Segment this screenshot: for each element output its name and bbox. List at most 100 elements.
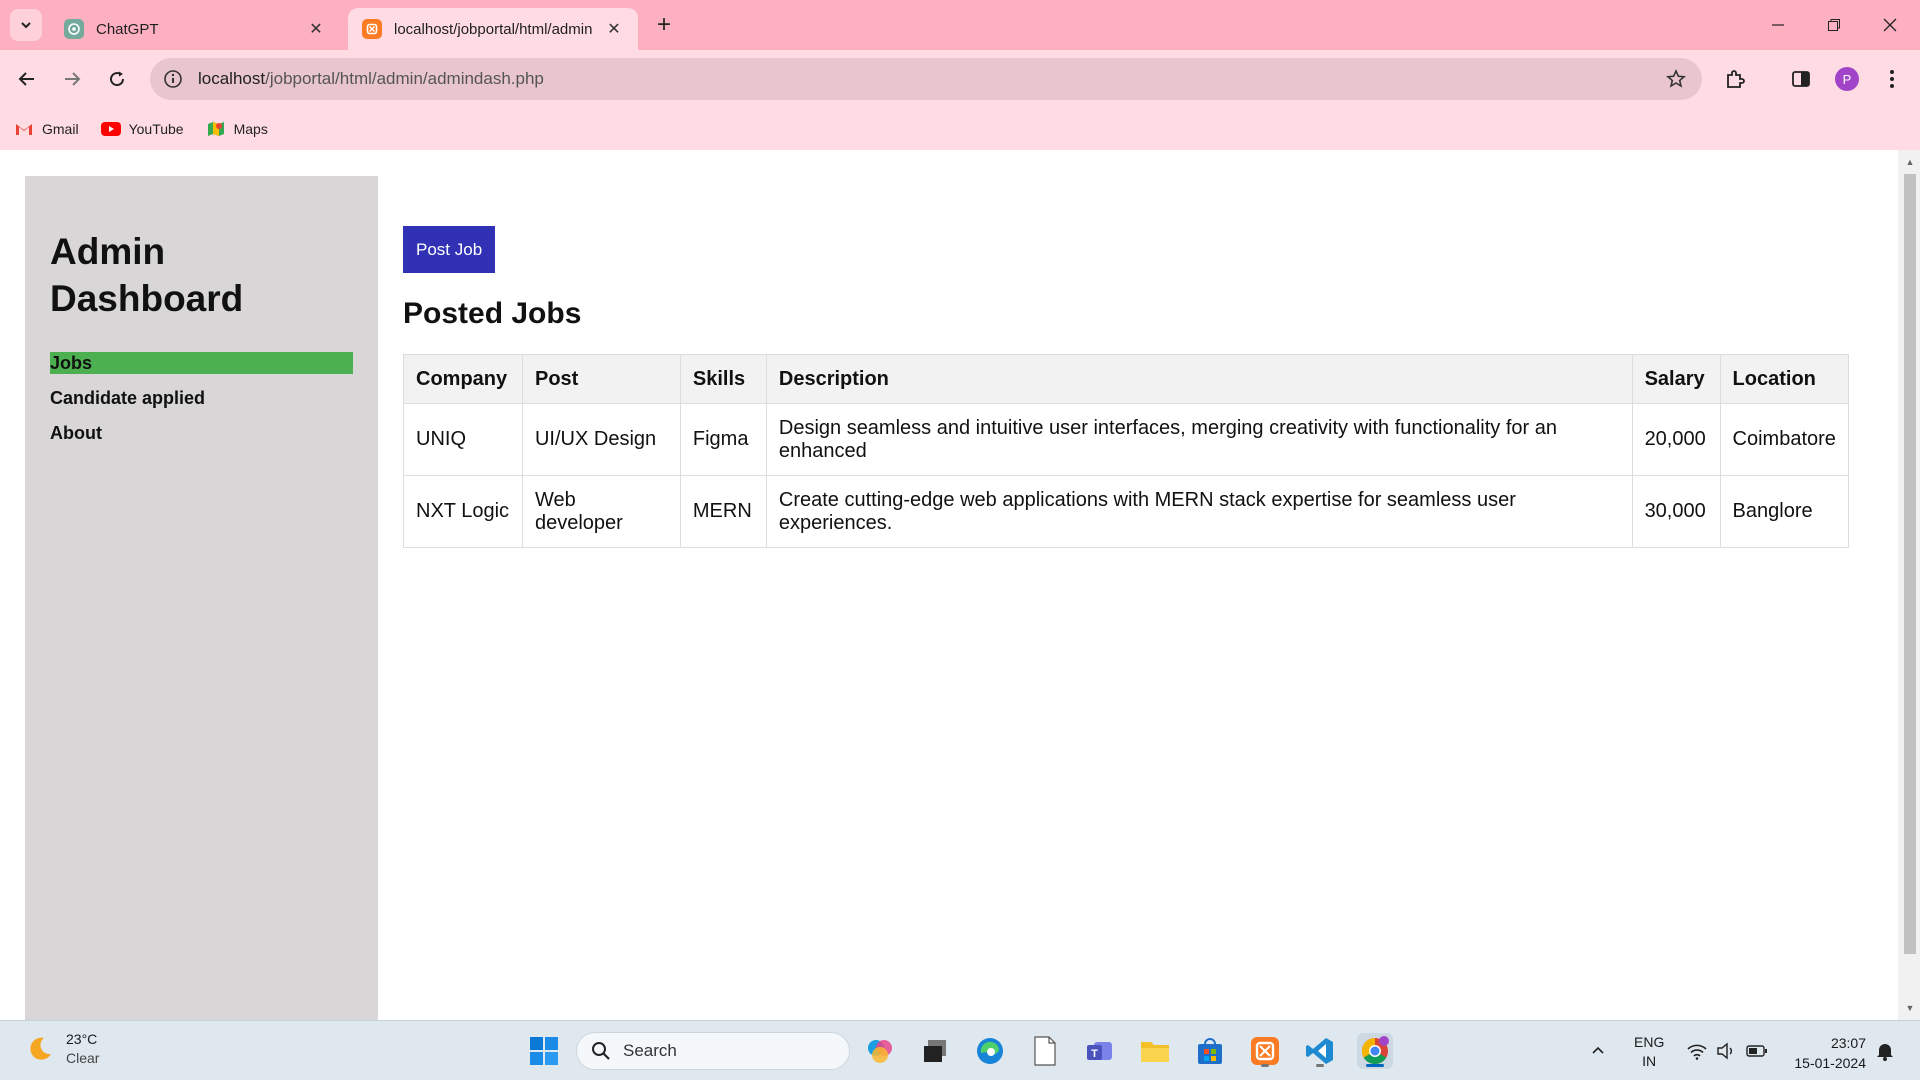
minimize-button[interactable] [1750,0,1805,50]
bookmark-youtube[interactable]: YouTube [100,121,184,137]
start-button[interactable] [526,1033,562,1069]
battery-icon [1746,1045,1767,1057]
taskbar-task-view[interactable] [917,1033,953,1069]
clock[interactable]: 23:07 15-01-2024 [1794,1033,1866,1073]
column-header-company: Company [403,354,523,404]
cell-company: UNIQ [403,403,523,476]
show-hidden-icons-button[interactable] [1590,1021,1606,1080]
cell-company: NXT Logic [403,475,523,548]
tab-search-button[interactable] [10,9,42,41]
restore-icon [1827,19,1840,31]
tab-admin-dashboard[interactable]: localhost/jobportal/html/admin ✕ [348,8,638,50]
table-row: UNIQ UI/UX Design Figma Design seamless … [403,403,1850,476]
close-icon[interactable]: ✕ [604,19,624,39]
sidebar-item-about[interactable]: About [50,422,353,444]
arrow-left-icon [18,72,34,86]
running-indicator [1366,1064,1384,1067]
address-bar[interactable]: localhost/jobportal/html/admin/admindash… [150,58,1702,100]
taskbar-chrome[interactable] [1357,1033,1393,1069]
clock-time: 23:07 [1830,1035,1866,1051]
column-header-location: Location [1719,354,1850,404]
windows-logo-icon [530,1037,558,1065]
chrome-icon [1361,1036,1389,1065]
plus-icon: + [656,11,671,38]
taskbar-store[interactable] [1192,1033,1228,1069]
folder-icon [1141,1042,1169,1062]
youtube-icon [100,121,121,137]
task-view-icon [924,1040,946,1062]
language-indicator[interactable]: ENG IN [1634,1033,1664,1071]
weather-condition: Clear [66,1050,100,1066]
xampp-icon [362,19,382,39]
sidebar-title: Admin Dashboard [50,228,353,322]
maps-icon [206,121,226,137]
xampp-icon [1251,1037,1279,1065]
column-header-post: Post [521,354,681,404]
taskbar-xampp[interactable] [1247,1033,1283,1069]
forward-button[interactable] [55,62,89,96]
wifi-icon [1687,1044,1707,1060]
close-window-button[interactable] [1862,0,1917,50]
svg-text:T: T [1091,1048,1098,1060]
back-button[interactable] [10,62,44,96]
volume-control[interactable] [1716,1021,1736,1080]
bookmark-maps[interactable]: Maps [206,121,268,137]
file-icon [1034,1036,1056,1066]
language-line1: ENG [1634,1034,1665,1050]
puzzle-icon [1727,70,1745,88]
cell-post: UI/UX Design [521,403,681,476]
close-icon[interactable]: ✕ [306,19,326,39]
bookmark-label: Maps [233,121,268,137]
network-status[interactable] [1686,1021,1708,1080]
copilot-icon [868,1040,892,1063]
site-info-icon[interactable] [162,68,184,90]
column-header-salary: Salary [1631,354,1721,404]
reload-icon [110,71,125,87]
tab-strip: ChatGPT ✕ localhost/jobportal/html/admin… [0,0,1920,50]
scroll-up-icon[interactable]: ▲ [1904,156,1916,168]
sidebar-item-candidate-applied[interactable]: Candidate applied [50,387,353,409]
side-panel-icon [1792,71,1810,87]
bookmark-star-icon[interactable] [1664,67,1688,91]
taskbar-teams[interactable]: T [1082,1033,1118,1069]
chevron-up-icon [1592,1046,1604,1054]
scrollbar-thumb[interactable] [1904,174,1916,954]
teams-icon: T [1087,1042,1112,1060]
vertical-scrollbar[interactable]: ▲ ▼ [1898,150,1920,1020]
cell-skills: MERN [679,475,767,548]
vscode-icon [1306,1038,1333,1064]
sidebar-title-line1: Admin [50,231,166,272]
taskbar-file-explorer[interactable] [1137,1033,1173,1069]
speaker-icon [1717,1042,1732,1060]
scroll-down-icon[interactable]: ▼ [1904,1002,1916,1014]
new-tab-button[interactable]: + [650,11,678,39]
battery-status[interactable] [1746,1021,1768,1080]
notifications-button[interactable] [1876,1021,1894,1080]
url-host: localhost [198,69,266,88]
language-line2: IN [1642,1053,1657,1069]
extensions-button[interactable] [1718,62,1752,96]
browser-menu-button[interactable] [1875,62,1909,96]
column-header-description: Description [765,354,1633,404]
taskbar-notepad[interactable] [1027,1033,1063,1069]
close-icon [1883,18,1896,32]
profile-button[interactable]: P [1830,62,1864,96]
post-job-button[interactable]: Post Job [403,226,496,273]
reload-button[interactable] [100,62,134,96]
chatgpt-icon [64,19,84,39]
sidebar-item-jobs[interactable]: Jobs [50,352,353,374]
taskbar-edge[interactable] [972,1033,1008,1069]
side-panel-button[interactable] [1784,62,1818,96]
taskbar-search[interactable]: Search [576,1032,850,1070]
tab-chatgpt[interactable]: ChatGPT ✕ [50,8,340,50]
main-content: Post Job Posted Jobs Company Post Skills… [403,226,1850,548]
search-icon [592,1042,610,1060]
tab-title: localhost/jobportal/html/admin [394,20,593,38]
store-icon [1198,1038,1222,1064]
cell-location: Coimbatore [1719,403,1850,476]
taskbar-vscode[interactable] [1302,1033,1338,1069]
weather-widget[interactable]: 23°C Clear [24,1030,99,1068]
bookmark-gmail[interactable]: Gmail [14,121,79,137]
restore-button[interactable] [1806,0,1861,50]
taskbar-copilot[interactable] [862,1033,898,1069]
